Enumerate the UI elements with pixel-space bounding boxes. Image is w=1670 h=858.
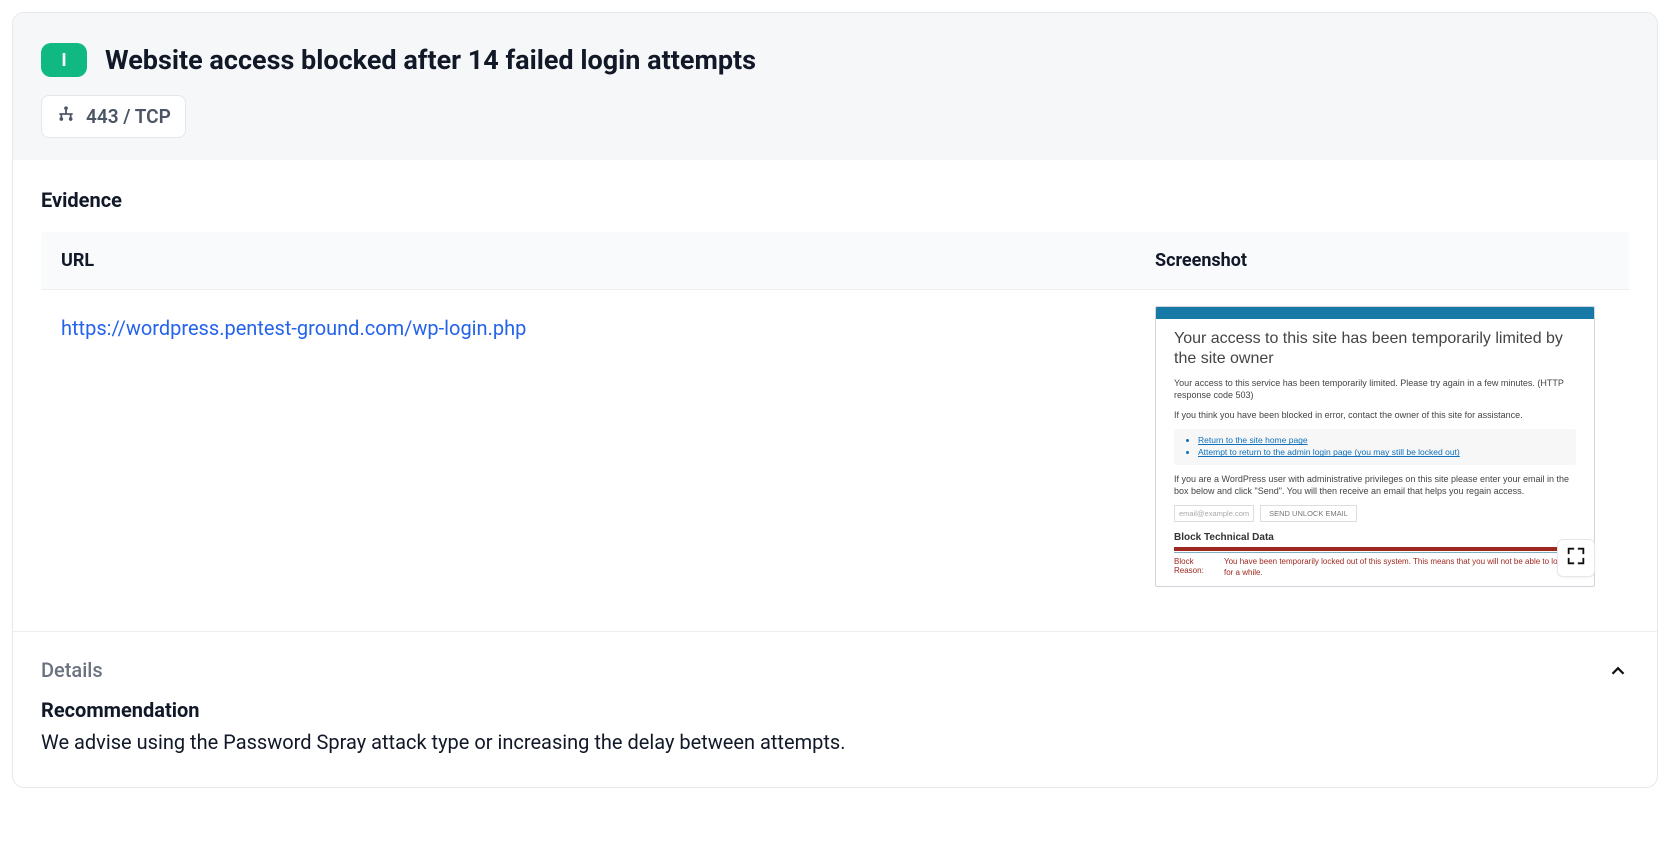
evidence-title: Evidence xyxy=(41,188,1629,212)
evidence-table: URL Screenshot https://wordpress.pentest… xyxy=(41,232,1629,603)
severity-letter: I xyxy=(61,50,66,71)
finding-title: Website access blocked after 14 failed l… xyxy=(105,44,756,76)
screenshot-link-item: Attempt to return to the admin login pag… xyxy=(1198,447,1568,459)
recommendation-text: We advise using the Password Spray attac… xyxy=(41,728,1629,757)
screenshot-para1: Your access to this service has been tem… xyxy=(1174,377,1576,401)
details-section: Details Recommendation We advise using t… xyxy=(13,632,1657,787)
screenshot-redbar xyxy=(1174,547,1576,551)
screenshot-tech-heading: Block Technical Data xyxy=(1174,532,1576,543)
chevron-up-icon xyxy=(1607,667,1629,686)
screenshot-reason-text: You have been temporarily locked out of … xyxy=(1224,557,1576,578)
expand-screenshot-button[interactable] xyxy=(1557,539,1595,577)
screenshot-para3: If you are a WordPress user with adminis… xyxy=(1174,473,1576,497)
screenshot-email-input: email@example.com xyxy=(1174,505,1254,522)
screenshot-form-row: email@example.com SEND UNLOCK EMAIL xyxy=(1174,505,1576,522)
screenshot-thumbnail[interactable]: Your access to this site has been tempor… xyxy=(1155,306,1595,587)
details-label: Details xyxy=(41,658,1629,682)
evidence-screenshot-cell: Your access to this site has been tempor… xyxy=(1155,306,1609,587)
recommendation-title: Recommendation xyxy=(41,698,1629,722)
card-header: I Website access blocked after 14 failed… xyxy=(13,13,1657,160)
evidence-table-header: URL Screenshot xyxy=(41,232,1629,290)
column-screenshot: Screenshot xyxy=(1155,250,1609,271)
evidence-url-cell: https://wordpress.pentest-ground.com/wp-… xyxy=(61,306,1155,340)
evidence-row: https://wordpress.pentest-ground.com/wp-… xyxy=(41,290,1629,603)
title-row: I Website access blocked after 14 failed… xyxy=(41,43,1629,77)
screenshot-send-button: SEND UNLOCK EMAIL xyxy=(1260,505,1357,522)
finding-card: I Website access blocked after 14 failed… xyxy=(12,12,1658,788)
network-icon xyxy=(56,104,76,129)
column-url: URL xyxy=(61,250,1155,271)
screenshot-reason-label: Block Reason: xyxy=(1174,557,1212,578)
screenshot-para2: If you think you have been blocked in er… xyxy=(1174,409,1576,421)
expand-icon xyxy=(1565,545,1587,571)
screenshot-heading: Your access to this site has been tempor… xyxy=(1174,329,1576,369)
evidence-section: Evidence URL Screenshot https://wordpres… xyxy=(13,160,1657,631)
collapse-details-button[interactable] xyxy=(1607,660,1629,686)
screenshot-links-list: Return to the site home page Attempt to … xyxy=(1174,429,1576,465)
screenshot-content: Your access to this site has been tempor… xyxy=(1156,319,1594,586)
port-label: 443 / TCP xyxy=(86,105,171,128)
port-chip[interactable]: 443 / TCP xyxy=(41,95,186,138)
screenshot-link-item: Return to the site home page xyxy=(1198,435,1568,447)
screenshot-topbar xyxy=(1156,307,1594,319)
severity-badge: I xyxy=(41,43,87,77)
screenshot-reason-row: Block Reason: You have been temporarily … xyxy=(1174,557,1576,578)
screenshot-bluebar xyxy=(1174,552,1576,553)
evidence-url-link[interactable]: https://wordpress.pentest-ground.com/wp-… xyxy=(61,316,526,340)
